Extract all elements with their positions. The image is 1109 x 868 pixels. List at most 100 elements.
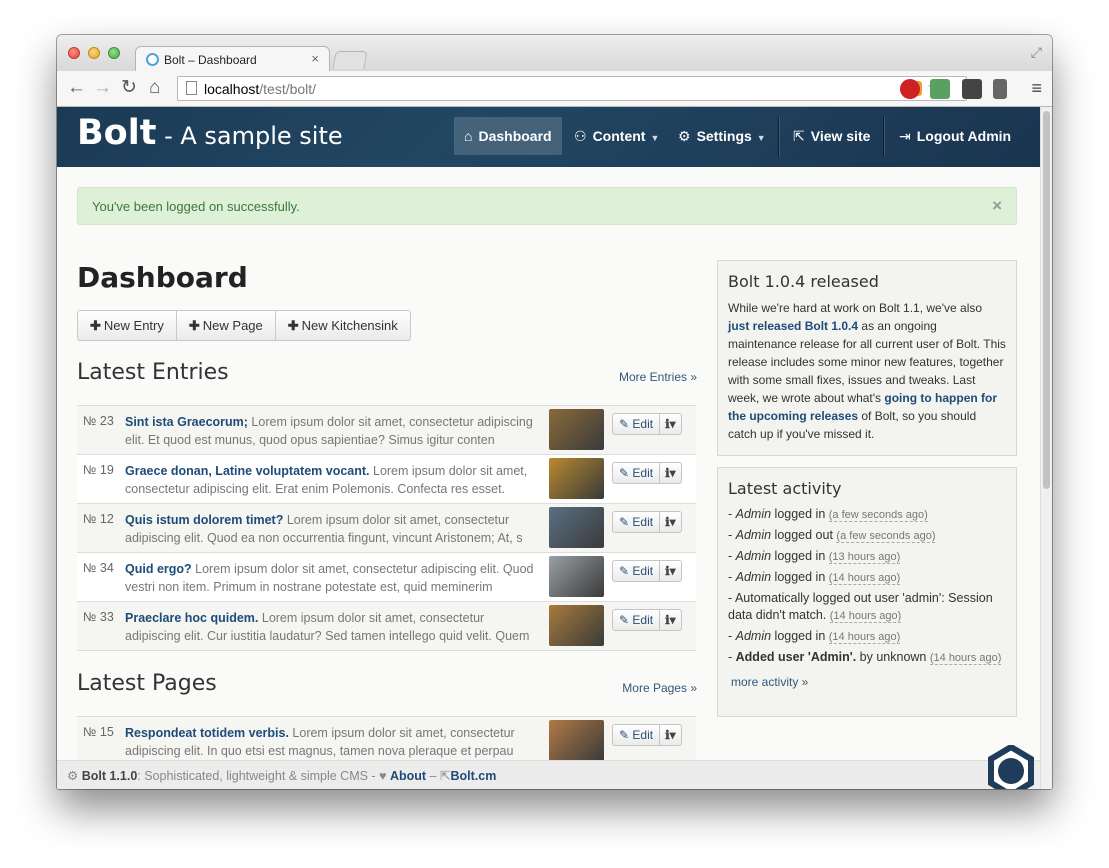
scrollbar-thumb[interactable] [1043,111,1050,489]
item-title-link[interactable]: Respondeat totidem verbis. [125,726,289,740]
browser-menu-icon[interactable]: ≡ [1031,78,1042,99]
list-item: № 23 Sint ista Graecorum; Lorem ipsum dol… [77,406,696,455]
edit-button[interactable]: ✎ Edit [613,610,661,630]
edit-button[interactable]: ✎ Edit [613,561,661,581]
nav-dashboard[interactable]: ⌂ Dashboard [454,117,562,155]
item-thumbnail[interactable] [549,409,604,450]
bolt-logo-icon[interactable] [985,745,1037,789]
item-thumbnail[interactable] [549,720,604,761]
nav-separator [778,117,779,157]
item-thumbnail[interactable] [549,556,604,597]
window-minimize-button[interactable] [88,47,100,59]
news-link-release[interactable]: just released Bolt 1.0.4 [728,319,858,333]
activity-item: - Admin logged in (a few seconds ago) [728,507,928,522]
new-page-button[interactable]: ✚ New Page [177,311,276,340]
activity-user: Admin [735,507,772,521]
edit-icon: ✎ [619,564,633,578]
item-number: № 33 [83,610,114,624]
tab-title: Bolt – Dashboard [164,53,257,67]
extension-evernote-icon[interactable] [930,79,950,99]
footer-boltcm-link[interactable]: Bolt.cm [450,769,496,783]
item-title-link[interactable]: Quis istum dolorem timet? [125,513,283,527]
item-thumbnail[interactable] [549,605,604,646]
new-tab-button[interactable] [332,51,368,69]
plus-icon: ✚ [188,318,200,333]
info-dropdown-button[interactable]: ℹ▾ [660,512,681,532]
footer-about-link[interactable]: About [390,769,426,783]
item-thumbnail[interactable] [549,507,604,548]
back-icon[interactable]: ← [67,77,86,99]
extension-pen-icon[interactable] [993,79,1007,99]
latest-entries-title: Latest Entries [77,360,229,385]
more-activity-link[interactable]: more activity » [731,675,1003,689]
news-panel: Bolt 1.0.4 released While we're hard at … [717,260,1017,456]
edit-button[interactable]: ✎ Edit [613,463,661,483]
item-actions: ✎ Edit ℹ▾ [612,413,682,435]
new-kitchensink-button[interactable]: ✚ New Kitchensink [276,311,410,340]
edit-icon: ✎ [619,417,633,431]
edit-button[interactable]: ✎ Edit [613,414,661,434]
brand-tagline: - A sample site [156,122,343,150]
edit-button[interactable]: ✎ Edit [613,725,661,745]
item-actions: ✎ Edit ℹ▾ [612,560,682,582]
fullscreen-icon[interactable]: ⤢ [1031,44,1042,61]
info-dropdown-button[interactable]: ℹ▾ [660,463,681,483]
info-dropdown-button[interactable]: ℹ▾ [660,610,681,630]
latest-pages-list: № 15 Respondeat totidem verbis. Lorem ips… [77,716,696,766]
address-bar[interactable]: localhost/test/bolt/ ☆ [177,76,967,101]
page-scrollbar[interactable] [1040,107,1052,789]
item-title-link[interactable]: Praeclare hoc quidem. [125,611,258,625]
alert-close-icon[interactable]: × [992,196,1002,216]
more-entries-link[interactable]: More Entries » [619,370,697,384]
nav-settings[interactable]: ⚙ Settings ▼ [668,117,776,155]
forward-icon[interactable]: → [93,77,112,99]
home-icon[interactable]: ⌂ [149,77,160,99]
browser-tab[interactable]: Bolt – Dashboard × [135,46,330,72]
edit-icon: ✎ [619,515,633,529]
extension-stop-icon[interactable] [900,79,920,99]
list-item: № 12 Quis istum dolorem timet? Lorem ipsu… [77,504,696,553]
item-excerpt: Quis istum dolorem timet? Lorem ipsum do… [125,511,542,549]
activity-action: logged out [771,528,837,542]
item-excerpt: Sint ista Graecorum; Lorem ipsum dolor s… [125,413,542,451]
activity-item: - Admin logged in (14 hours ago) [728,570,901,585]
info-dropdown-button[interactable]: ℹ▾ [660,414,681,434]
edit-button[interactable]: ✎ Edit [613,512,661,532]
item-excerpt: Respondeat totidem verbis. Lorem ipsum d… [125,724,542,762]
caret-down-icon: ▾ [669,728,676,742]
new-entry-button[interactable]: ✚ New Entry [78,311,177,340]
favicon-icon [146,53,159,66]
alert-message: You've been logged on successfully. [92,199,300,214]
item-title-link[interactable]: Graece donan, Latine voluptatem vocant. [125,464,370,478]
title-bar: Bolt – Dashboard × ⤢ [57,35,1052,72]
item-thumbnail[interactable] [549,458,604,499]
window-close-button[interactable] [68,47,80,59]
activity-item: - Automatically logged out user 'admin':… [728,591,993,623]
extension-clip-icon[interactable] [962,79,982,99]
item-title-link[interactable]: Quid ergo? [125,562,192,576]
page-title: Dashboard [77,261,248,294]
nav-view-site[interactable]: ⇱ View site [783,117,880,155]
plus-icon: ✚ [287,318,299,333]
nav-content[interactable]: ⚇ Content ▼ [564,117,669,155]
tab-close-icon[interactable]: × [311,51,319,66]
latest-entries-list: № 23 Sint ista Graecorum; Lorem ipsum dol… [77,405,696,651]
nav-logout[interactable]: ⇥ Logout Admin [889,117,1021,155]
caret-down-icon: ▾ [669,417,676,431]
info-dropdown-button[interactable]: ℹ▾ [660,561,681,581]
more-pages-link[interactable]: More Pages » [622,681,697,695]
activity-action: logged in [771,507,829,521]
info-dropdown-button[interactable]: ℹ▾ [660,725,681,745]
activity-time: (14 hours ago) [829,610,902,623]
item-number: № 34 [83,561,114,575]
window-zoom-button[interactable] [108,47,120,59]
item-actions: ✎ Edit ℹ▾ [612,724,682,746]
activity-time: (a few seconds ago) [828,509,928,522]
item-title-link[interactable]: Sint ista Graecorum; [125,415,248,429]
activity-user: Admin [735,528,772,542]
caret-down-icon: ▾ [669,613,676,627]
item-number: № 15 [83,725,114,739]
site-brand[interactable]: Bolt - A sample site [77,113,343,153]
reload-icon[interactable]: ↻ [121,77,137,99]
edit-icon: ✎ [619,466,633,480]
